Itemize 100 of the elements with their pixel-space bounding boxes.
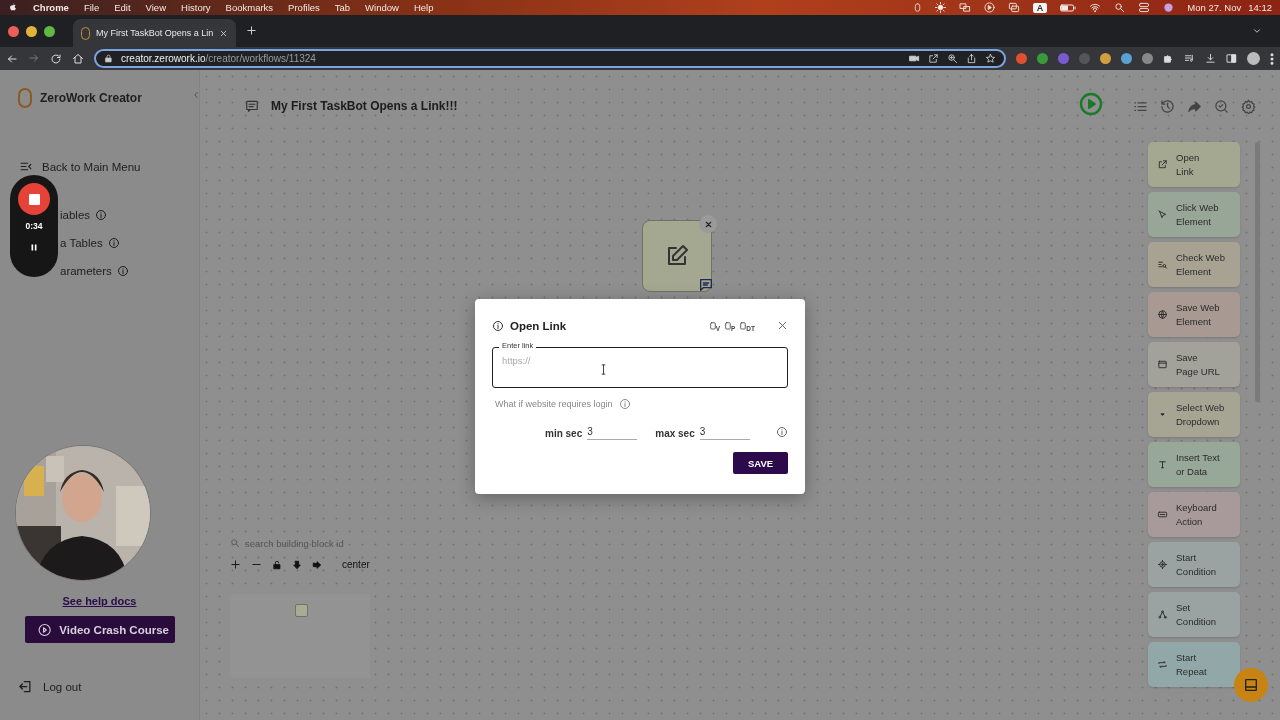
building-block[interactable]: Keyboard Action	[1148, 492, 1240, 537]
menu-item[interactable]: History	[181, 2, 211, 13]
lock-icon[interactable]	[272, 559, 282, 570]
arrow-down-icon[interactable]	[292, 559, 302, 570]
comment-icon[interactable]	[698, 277, 714, 293]
play-circle-icon[interactable]	[983, 2, 995, 13]
building-block[interactable]: Click Web Element	[1148, 192, 1240, 237]
info-icon	[107, 237, 120, 249]
node-close-button[interactable]	[699, 215, 717, 233]
profile-avatar[interactable]	[1247, 52, 1260, 65]
info-icon	[776, 426, 788, 438]
star-icon[interactable]	[985, 53, 996, 64]
screens-icon[interactable]	[958, 2, 971, 13]
wifi-icon[interactable]	[1089, 2, 1102, 13]
sidebar-item[interactable]: arameters	[60, 265, 112, 277]
menu-item[interactable]: Chrome	[33, 2, 69, 13]
menu-item[interactable]: Tab	[334, 2, 351, 13]
center-button[interactable]: center	[342, 559, 370, 570]
minimize-window-button[interactable]	[26, 25, 37, 37]
sidebar-item[interactable]: iables	[60, 209, 91, 221]
building-block[interactable]: Save Page URL	[1148, 342, 1240, 387]
text-icon	[1157, 459, 1168, 470]
zoom-icon[interactable]	[947, 53, 958, 64]
more-icon[interactable]	[1270, 52, 1274, 65]
building-block[interactable]: Open Link	[1148, 142, 1240, 187]
link-input-field[interactable]: https://	[492, 347, 788, 388]
zoom-in-icon[interactable]	[230, 559, 241, 570]
side-panel-icon[interactable]	[1226, 53, 1237, 64]
extension-icon[interactable]	[1037, 53, 1048, 64]
back-link[interactable]: Back to Main Menu	[42, 160, 141, 173]
camera-icon[interactable]	[909, 53, 920, 64]
settings-icon[interactable]	[1241, 98, 1256, 114]
arrow-right-icon[interactable]	[312, 559, 322, 570]
building-block[interactable]: Start Condition	[1148, 542, 1240, 587]
video-course-button[interactable]: Video Crash Course	[25, 616, 175, 643]
building-block[interactable]: Set Condition	[1148, 592, 1240, 637]
recording-time: 0:34	[25, 221, 43, 231]
toggles-icon[interactable]	[1138, 2, 1151, 13]
apple-icon	[8, 2, 18, 13]
puzzle-icon[interactable]	[1163, 53, 1174, 64]
panel-icon	[1243, 677, 1259, 693]
pause-icon[interactable]	[29, 242, 39, 253]
menu-item[interactable]: Profiles	[288, 2, 320, 13]
extension-icon[interactable]	[1016, 53, 1027, 64]
logout-link[interactable]: Log out	[43, 680, 82, 693]
menu-item[interactable]: Edit	[114, 2, 131, 13]
info-icon	[116, 265, 129, 277]
media-icon[interactable]	[1184, 53, 1195, 64]
maximize-window-button[interactable]	[44, 25, 55, 37]
branch-icon	[1157, 609, 1168, 620]
close-icon[interactable]	[777, 320, 788, 331]
stop-recording-button[interactable]	[18, 183, 50, 215]
info-icon	[618, 398, 631, 410]
min-seconds-field[interactable]: 3	[587, 426, 638, 440]
extension-icon[interactable]	[1121, 53, 1132, 64]
download-icon[interactable]	[1205, 53, 1216, 64]
new-tab-icon[interactable]	[246, 25, 258, 36]
close-window-button[interactable]	[8, 25, 19, 37]
info-icon	[492, 320, 504, 332]
share-icon[interactable]	[966, 53, 977, 64]
browser-tab[interactable]: My First TaskBot Opens a Lin	[73, 19, 237, 47]
address-bar[interactable]: creator.zerowork.io/creator/workflows/11324	[94, 49, 1006, 68]
extension-icon[interactable]	[1142, 53, 1153, 64]
workflow-node[interactable]	[642, 220, 712, 292]
building-block[interactable]: Start Repeat	[1148, 642, 1240, 687]
back-icon[interactable]	[6, 52, 18, 65]
assistant-icon[interactable]	[1163, 2, 1175, 13]
menu-item[interactable]: File	[83, 2, 100, 13]
external-link-icon	[1157, 159, 1168, 170]
history-icon[interactable]	[1160, 98, 1175, 114]
reload-icon[interactable]	[50, 52, 62, 65]
building-block[interactable]: Select Web Dropdown	[1148, 392, 1240, 437]
extension-icon[interactable]	[1100, 53, 1111, 64]
max-seconds-field[interactable]: 3	[699, 426, 750, 440]
help-link[interactable]: See help docs	[62, 595, 137, 607]
chevron-down-icon[interactable]	[1252, 26, 1262, 36]
windows-icon[interactable]	[1007, 2, 1020, 13]
check-circle-icon[interactable]	[1214, 98, 1229, 114]
close-icon[interactable]	[219, 28, 229, 38]
building-block[interactable]: Insert Text or Data	[1148, 442, 1240, 487]
browser-window-icon	[1157, 359, 1168, 370]
open-in-icon[interactable]	[928, 53, 939, 64]
menu-item[interactable]: Window	[365, 2, 399, 13]
extension-icon[interactable]	[1058, 53, 1069, 64]
menu-item[interactable]: View	[145, 2, 166, 13]
building-block[interactable]: Check Web Element	[1148, 242, 1240, 287]
menubar-time[interactable]: 14:12	[1248, 2, 1272, 13]
menu-item[interactable]: Help	[413, 2, 434, 13]
menubar-date[interactable]: Mon 27. Nov	[1187, 2, 1242, 13]
search-icon[interactable]	[1114, 2, 1126, 13]
input-source-indicator[interactable]: A	[1032, 2, 1048, 13]
building-block[interactable]: Save Web Element	[1148, 292, 1240, 337]
brightness-icon[interactable]	[934, 2, 946, 13]
field-label: max sec	[655, 427, 695, 439]
sidebar-item[interactable]: a Tables	[60, 237, 103, 249]
battery-icon[interactable]	[1060, 2, 1077, 13]
status-icon[interactable]	[912, 2, 922, 13]
save-button[interactable]: SAVE	[733, 452, 788, 474]
home-icon[interactable]	[72, 52, 84, 65]
menu-item[interactable]: Bookmarks	[225, 2, 274, 13]
